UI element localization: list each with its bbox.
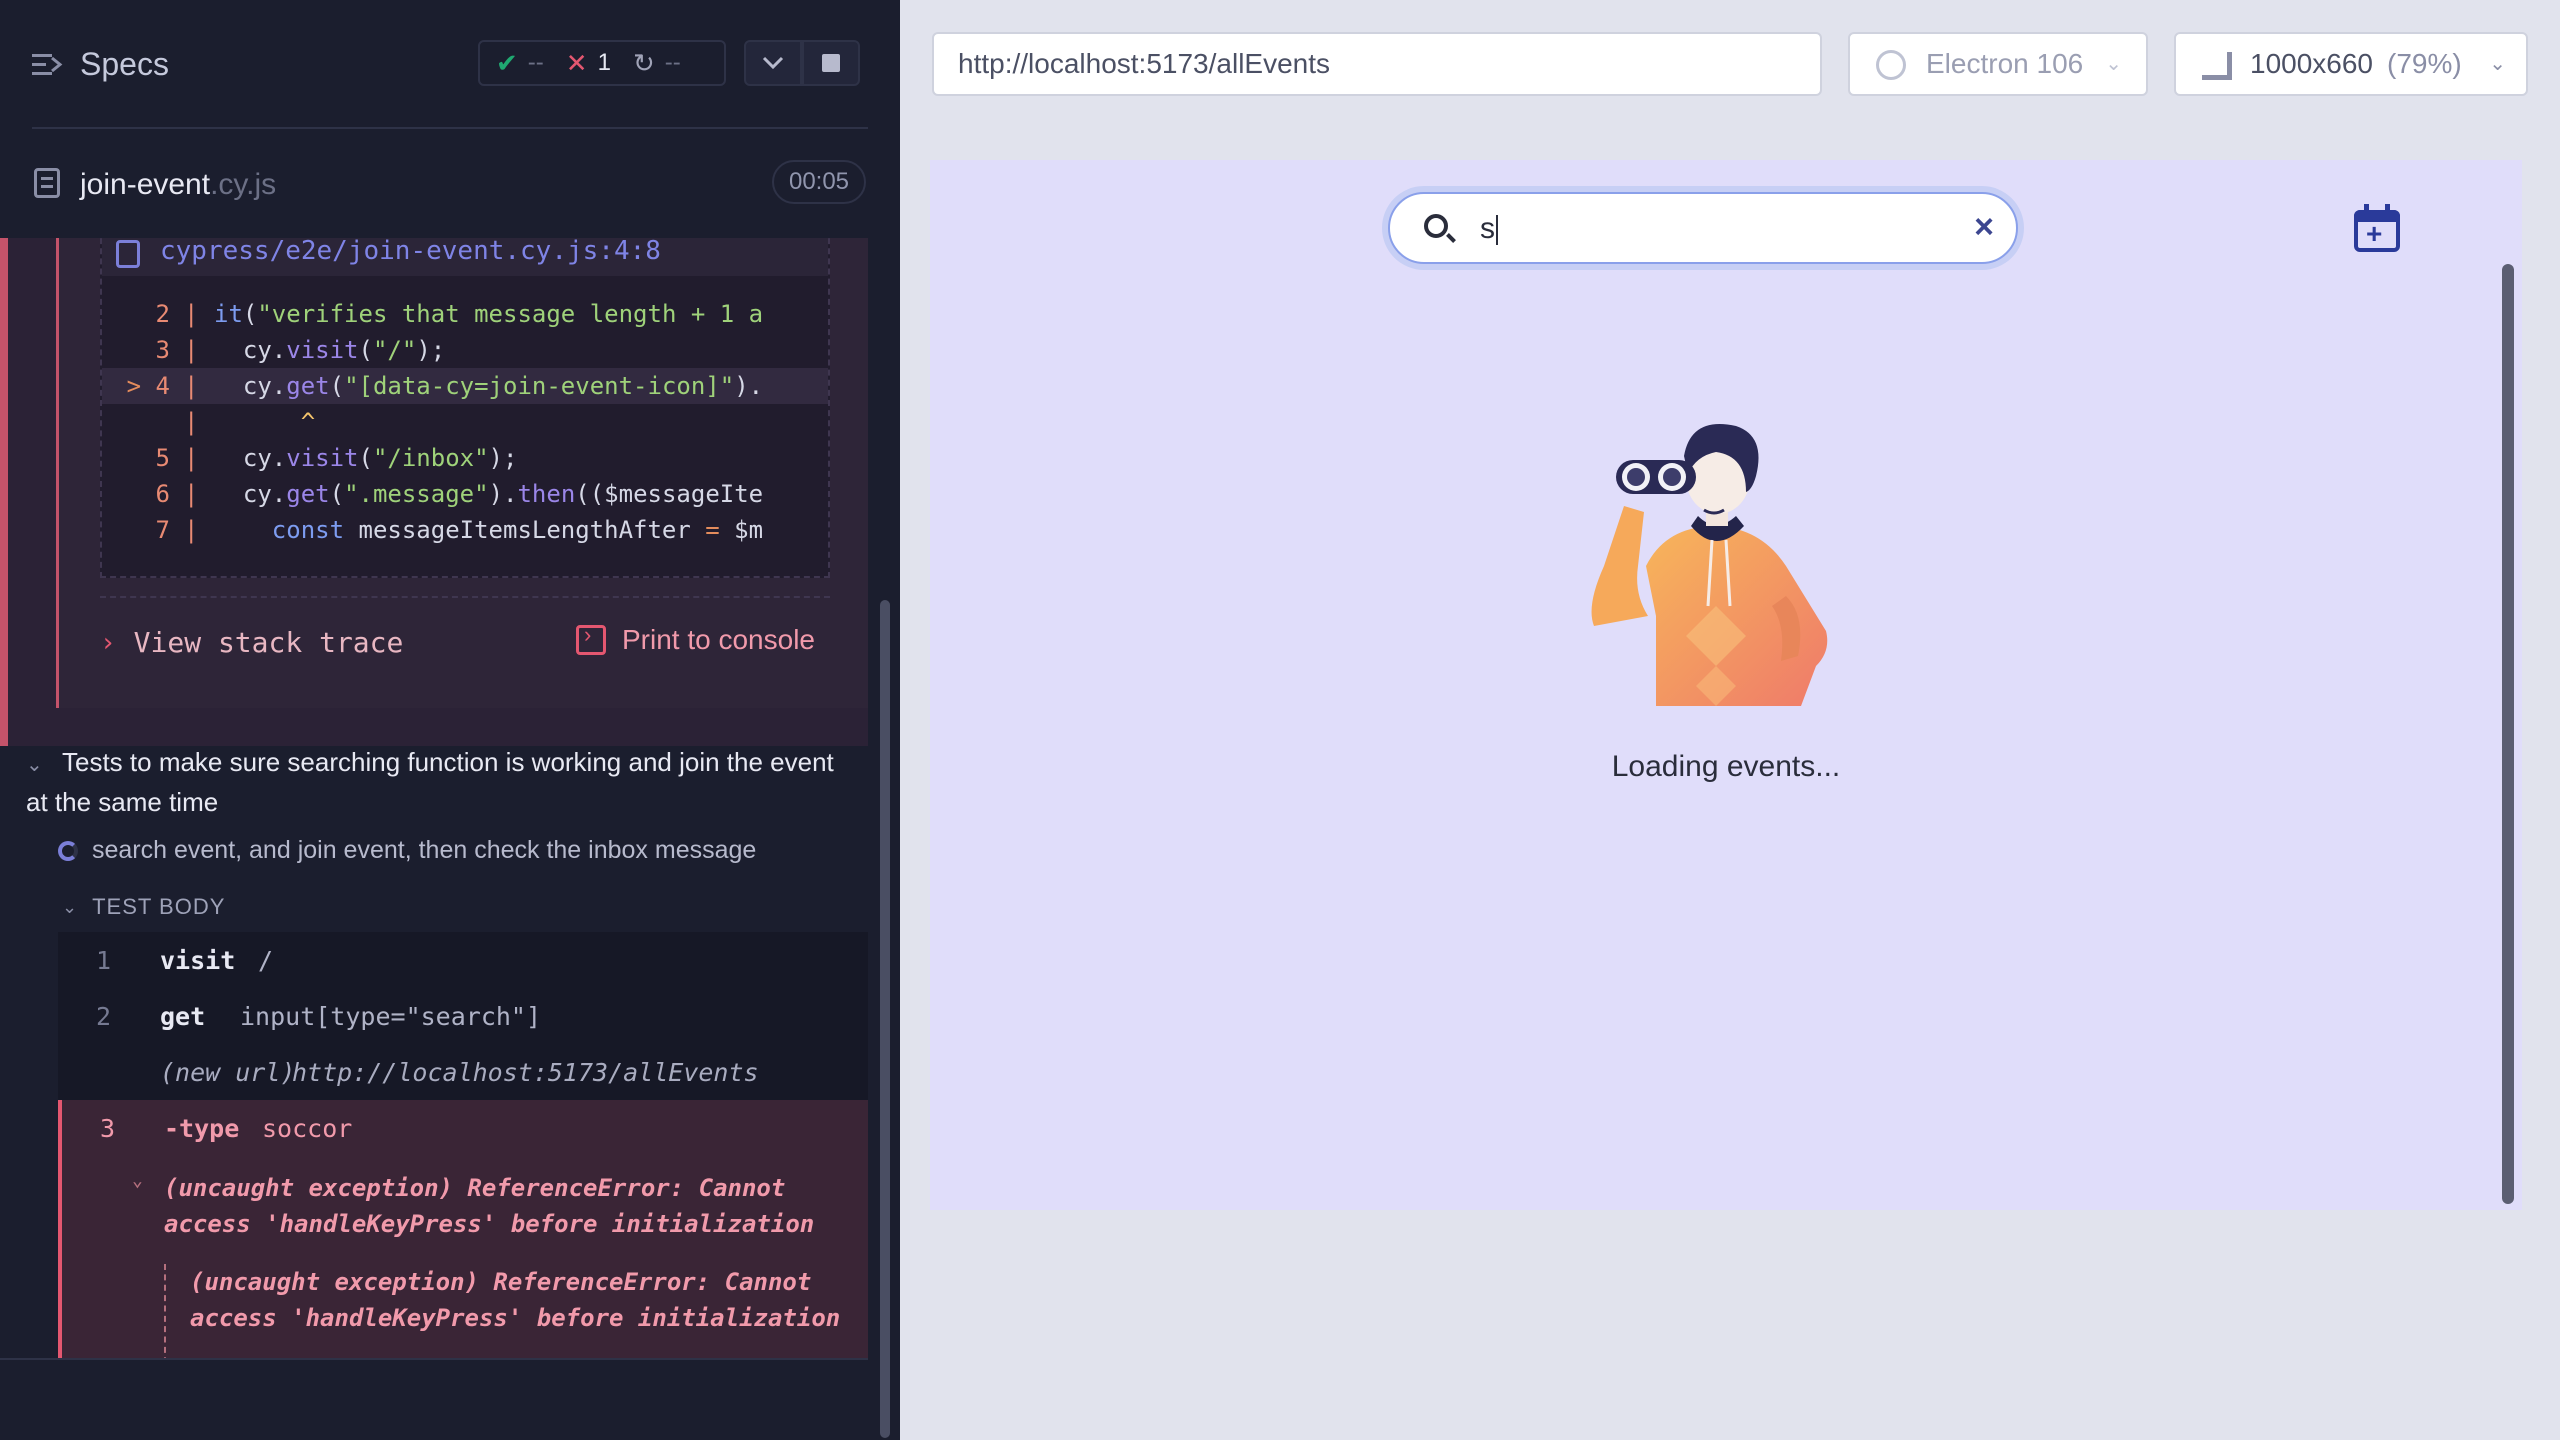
header-divider	[32, 127, 868, 129]
spec-file-name: join-event.cy.js	[80, 168, 277, 201]
expand-all-button[interactable]	[744, 40, 802, 86]
electron-icon	[1876, 50, 1906, 80]
error-block: cypress/e2e/join-event.cy.js:4:8 2 | it("v…	[0, 238, 868, 746]
document-icon	[34, 168, 60, 198]
spec-row: join-event.cy.js 00:05	[0, 150, 900, 216]
command-log: 1 visit / 2 get input[type="search"] (ne…	[58, 932, 868, 1360]
exception-detail[interactable]: ⌄ (uncaught exception) ReferenceError: C…	[58, 1156, 868, 1360]
code-line: 7 | const messageItemsLengthAfter = $m	[155, 516, 764, 544]
add-event-calendar-icon[interactable]: +	[2354, 204, 2400, 252]
clear-search-icon[interactable]: ×	[1974, 208, 1994, 247]
reporter-scrollbar[interactable]	[880, 600, 890, 1438]
code-line: 5 | cy.visit("/inbox");	[155, 444, 518, 472]
code-line: 3 | cy.visit("/");	[155, 336, 446, 364]
chevron-down-icon	[762, 56, 784, 70]
stop-button[interactable]	[802, 40, 860, 86]
chevron-down-icon: ⌄	[62, 896, 79, 917]
app-under-test: s × + Loading events...	[930, 160, 2522, 1210]
browser-selector[interactable]: Electron 106 ⌄	[1848, 32, 2148, 96]
code-lines: 2 | it("verifies that message length + 1 a…	[102, 296, 828, 548]
code-frame-file-link[interactable]: cypress/e2e/join-event.cy.js:4:8	[102, 238, 828, 276]
viewport-selector[interactable]: 1000x660 (79%) ⌄	[2174, 32, 2528, 96]
code-line: 6 | cy.get(".message").then(($messageIte	[155, 480, 764, 508]
reporter-scroll-content: cypress/e2e/join-event.cy.js:4:8 2 | it("v…	[0, 238, 868, 1360]
nested-exception: (uncaught exception) ReferenceError: Can…	[164, 1264, 864, 1360]
viewport-icon	[2202, 52, 2232, 80]
document-icon	[116, 240, 140, 268]
code-line: | ^	[184, 408, 316, 436]
chevron-down-icon: ⌄	[26, 754, 43, 776]
app-scrollbar[interactable]	[2502, 264, 2514, 1204]
code-line-highlighted: > 4 | cy.get("[data-cy=join-event-icon]")…	[102, 368, 828, 404]
suite-title[interactable]: ⌄ Tests to make sure searching function i…	[26, 744, 846, 821]
test-stats: ✔ -- ✕ 1 ↻ --	[478, 40, 726, 86]
url-bar[interactable]: http://localhost:5173/allEvents	[932, 32, 1822, 96]
failed-stat: ✕ 1	[565, 47, 611, 78]
chevron-down-icon: ⌄	[2105, 53, 2122, 75]
code-frame: cypress/e2e/join-event.cy.js:4:8 2 | it("v…	[100, 238, 830, 578]
search-focus-ring: s ×	[1382, 186, 2024, 270]
chevron-down-icon: ⌄	[2489, 53, 2506, 75]
print-to-console-button[interactable]: Print to console	[576, 622, 815, 656]
command-row[interactable]: 2 get input[type="search"]	[58, 988, 868, 1044]
terminal-icon	[576, 622, 606, 655]
check-icon: ✔	[496, 47, 518, 78]
spec-duration: 00:05	[772, 160, 866, 204]
passed-stat: ✔ --	[496, 47, 544, 78]
specs-label[interactable]: Specs	[80, 46, 169, 83]
loading-events-text: Loading events...	[1611, 750, 1841, 783]
command-row-failed[interactable]: 3 -type soccor	[58, 1100, 868, 1156]
view-stack-trace-button[interactable]: › View stack trace	[100, 626, 403, 659]
running-spinner-icon	[58, 840, 78, 861]
chevron-down-icon: ⌄	[132, 1170, 143, 1191]
search-input[interactable]: s ×	[1388, 192, 2018, 264]
test-title[interactable]: search event, and join event, then check…	[58, 836, 756, 865]
search-icon	[1424, 214, 1448, 238]
chevron-right-icon: ›	[100, 627, 116, 658]
test-body-toggle[interactable]: ⌄ TEST BODY	[62, 894, 225, 920]
pending-icon: ↻	[632, 47, 655, 78]
command-row[interactable]: 1 visit /	[58, 932, 868, 988]
stop-icon	[822, 54, 840, 72]
searching-person-illustration	[1591, 424, 1828, 706]
x-icon: ✕	[565, 47, 588, 78]
command-row-new-url[interactable]: (new url) http://localhost:5173/allEvent…	[58, 1044, 868, 1100]
specs-list-toggle-icon[interactable]	[30, 48, 64, 82]
reporter-panel: Specs ✔ -- ✕ 1 ↻ -- join-event.cy.js 00:05 …	[0, 0, 900, 1440]
reporter-header: Specs ✔ -- ✕ 1 ↻ --	[0, 0, 900, 129]
pending-stat: ↻ --	[632, 47, 681, 78]
code-line: 2 | it("verifies that message length + 1 a	[155, 300, 764, 328]
text-cursor	[1496, 215, 1498, 246]
